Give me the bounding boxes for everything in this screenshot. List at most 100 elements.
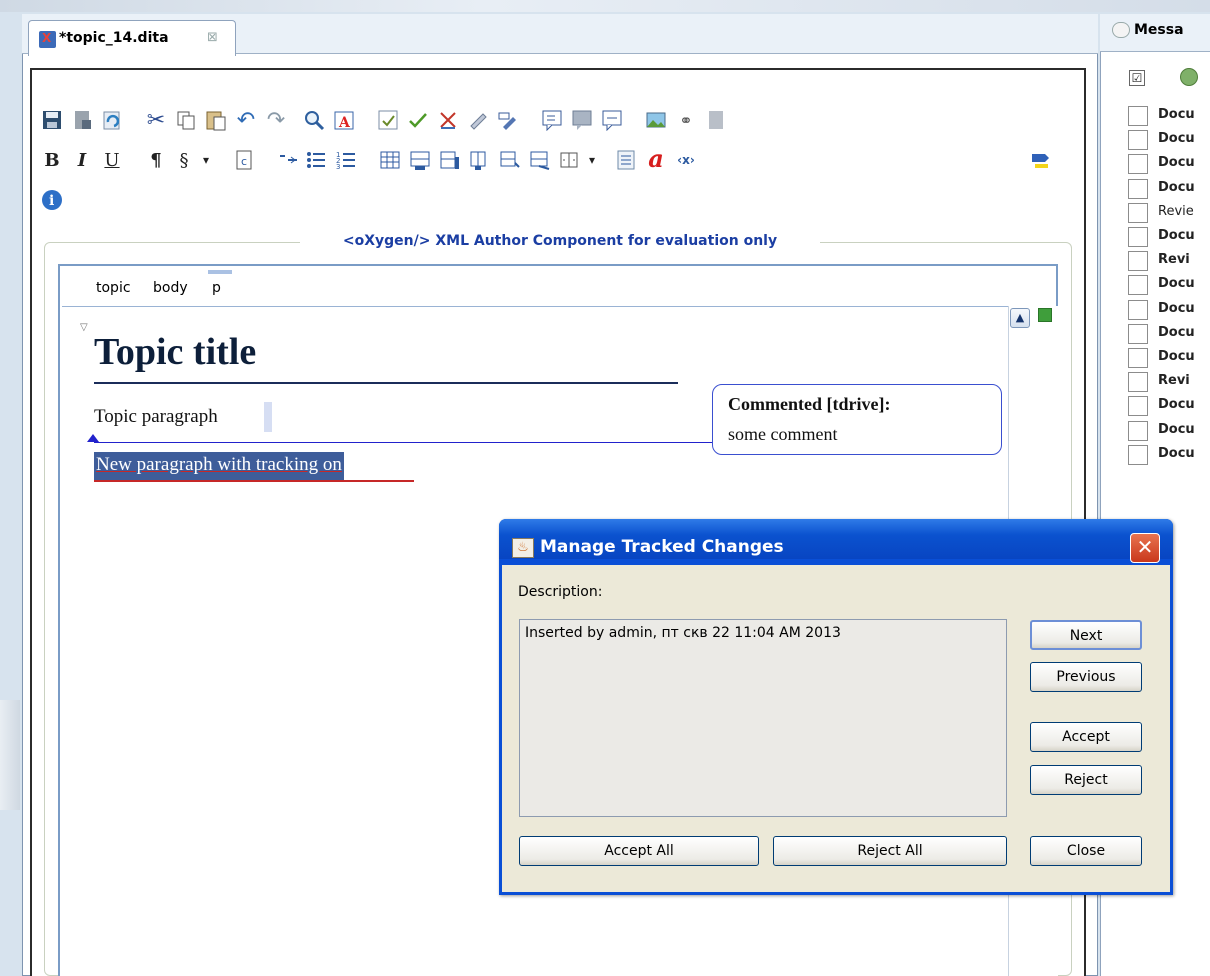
message-checkbox[interactable] xyxy=(1128,227,1148,247)
accept-button[interactable]: Accept xyxy=(1030,722,1142,752)
description-textarea[interactable] xyxy=(519,619,1007,817)
message-row[interactable]: Docu xyxy=(1128,298,1210,320)
undo-icon[interactable]: ↶ xyxy=(234,108,258,133)
reject-button[interactable]: Reject xyxy=(1030,765,1142,795)
message-checkbox[interactable] xyxy=(1128,372,1148,393)
insert-list-item-icon[interactable] xyxy=(276,148,300,172)
message-checkbox[interactable] xyxy=(1128,299,1148,320)
bold-icon[interactable]: B xyxy=(40,148,64,172)
message-row[interactable]: Docu xyxy=(1128,346,1210,368)
message-checkbox[interactable] xyxy=(1128,178,1148,199)
underline-icon[interactable]: U xyxy=(100,148,124,172)
sort-icon[interactable] xyxy=(614,148,638,172)
select-all-checkbox[interactable]: ☑ xyxy=(1129,70,1145,86)
remove-comment-icon[interactable] xyxy=(600,108,624,132)
reject-all-button[interactable]: Reject All xyxy=(773,836,1007,866)
message-row[interactable]: Docu xyxy=(1128,152,1210,175)
message-checkbox[interactable] xyxy=(1128,202,1148,223)
insert-row-above-icon[interactable] xyxy=(408,148,432,172)
tracked-insert-paragraph[interactable]: New paragraph with tracking on xyxy=(94,452,344,482)
message-checkbox[interactable] xyxy=(1128,444,1148,465)
message-row[interactable]: Docu xyxy=(1128,394,1210,417)
manage-changes-icon[interactable] xyxy=(496,108,520,132)
comment-change-icon[interactable] xyxy=(466,108,490,132)
link-icon[interactable]: ⚭ xyxy=(674,108,698,132)
message-checkbox[interactable] xyxy=(1128,396,1148,417)
previous-button[interactable]: Previous xyxy=(1030,662,1142,692)
message-row[interactable]: Docu xyxy=(1128,177,1210,199)
table-dropdown-icon[interactable]: ▾ xyxy=(580,148,604,172)
tracked-change-underline xyxy=(94,480,414,482)
message-row[interactable]: Docu xyxy=(1128,273,1210,296)
message-checkbox[interactable] xyxy=(1128,106,1148,126)
track-changes-icon[interactable] xyxy=(376,108,400,132)
message-row[interactable]: Revi xyxy=(1128,370,1210,393)
table-properties-icon[interactable] xyxy=(558,148,582,172)
message-checkbox[interactable] xyxy=(1128,251,1148,272)
reject-change-icon[interactable] xyxy=(436,108,460,132)
delete-row-icon[interactable] xyxy=(528,148,552,172)
cut-icon[interactable]: ✂ xyxy=(144,108,168,133)
close-button[interactable]: Close xyxy=(1030,836,1142,866)
save-as-icon[interactable] xyxy=(70,108,94,132)
highlight-icon[interactable] xyxy=(1028,148,1052,172)
message-checkbox[interactable] xyxy=(1128,323,1148,344)
message-row[interactable]: Docu xyxy=(1128,104,1210,126)
insert-column-icon[interactable] xyxy=(468,148,492,172)
paste-icon[interactable] xyxy=(204,108,228,132)
insert-row-below-icon[interactable] xyxy=(438,148,462,172)
accept-change-icon[interactable] xyxy=(406,108,430,132)
breadcrumb-topic[interactable]: topic xyxy=(96,280,131,296)
ordered-list-icon[interactable]: 123 xyxy=(334,148,358,172)
image-icon[interactable] xyxy=(644,108,668,132)
message-row[interactable]: Revi xyxy=(1128,249,1210,272)
message-row[interactable]: Docu xyxy=(1128,128,1210,151)
breadcrumb-p[interactable]: p xyxy=(212,280,221,296)
message-checkbox[interactable] xyxy=(1128,130,1148,151)
add-comment-icon[interactable] xyxy=(540,108,564,132)
font-style-icon[interactable]: a xyxy=(644,144,668,173)
pilcrow-icon[interactable]: ¶ xyxy=(144,148,168,172)
italic-icon[interactable]: I xyxy=(70,148,94,172)
copy-icon[interactable] xyxy=(174,108,198,132)
unordered-list-icon[interactable] xyxy=(304,148,328,172)
insert-column-after-icon[interactable] xyxy=(498,148,522,172)
topic-title[interactable]: Topic title xyxy=(94,330,256,374)
xml-tag-icon[interactable]: ‹x› xyxy=(674,148,698,172)
messages-panel-title[interactable]: Messa xyxy=(1134,22,1184,38)
dialog-close-icon[interactable]: ✕ xyxy=(1130,533,1160,563)
edit-comment-icon[interactable] xyxy=(570,108,594,132)
info-icon[interactable]: i xyxy=(40,188,64,212)
message-row[interactable]: Revie xyxy=(1128,201,1210,223)
message-row[interactable]: Docu xyxy=(1128,443,1210,465)
revert-icon[interactable] xyxy=(100,108,124,132)
redo-icon[interactable]: ↷ xyxy=(264,108,288,133)
breadcrumb-body[interactable]: body xyxy=(153,280,188,296)
accept-all-button[interactable]: Accept All xyxy=(519,836,759,866)
next-button[interactable]: Next xyxy=(1030,620,1142,650)
message-checkbox[interactable] xyxy=(1128,154,1148,175)
message-row[interactable]: Docu xyxy=(1128,225,1210,247)
fold-triangle-icon[interactable]: ▽ xyxy=(80,322,88,333)
desktop-background-strip xyxy=(0,0,1210,12)
message-label: Docu xyxy=(1158,421,1195,437)
message-checkbox[interactable] xyxy=(1128,420,1148,441)
message-row[interactable]: Docu xyxy=(1128,322,1210,344)
insert-xref-icon[interactable]: c xyxy=(232,148,256,172)
scroll-up-button[interactable]: ▲ xyxy=(1010,308,1030,328)
svg-text:A: A xyxy=(338,115,351,131)
find-icon[interactable] xyxy=(302,108,326,132)
save-icon[interactable] xyxy=(40,108,64,132)
insert-table-icon[interactable] xyxy=(378,148,402,172)
insert-image-icon[interactable]: A xyxy=(332,108,356,132)
message-row[interactable]: Docu xyxy=(1128,419,1210,441)
section-dropdown-icon[interactable]: ▾ xyxy=(194,148,218,172)
message-checkbox[interactable] xyxy=(1128,275,1148,296)
desktop-edge xyxy=(0,700,20,810)
message-checkbox[interactable] xyxy=(1128,348,1148,368)
close-tab-icon[interactable]: ⊠ xyxy=(207,30,218,45)
section-icon[interactable]: § xyxy=(172,148,196,172)
file-tab[interactable]: *topic_14.dita ⊠ xyxy=(28,20,236,56)
document-icon[interactable] xyxy=(704,108,728,132)
paragraph-1[interactable]: Topic paragraph xyxy=(94,406,218,428)
